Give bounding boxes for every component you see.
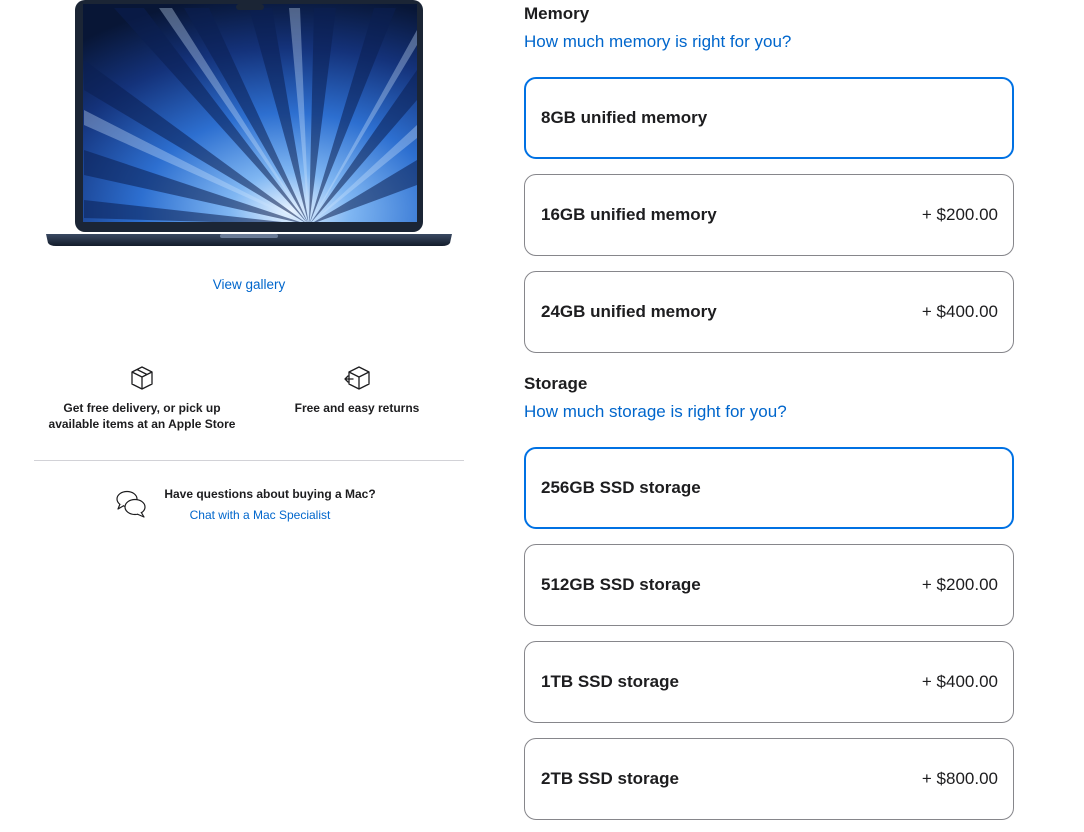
delivery-info: Get free delivery, or pick up available … (38, 364, 246, 432)
option-label: 2TB SSD storage (541, 769, 679, 788)
storage-option-2tb[interactable]: 2TB SSD storage + $800.00 (524, 738, 1014, 820)
storage-option-1tb[interactable]: 1TB SSD storage + $400.00 (524, 641, 1014, 723)
option-price: + $400.00 (921, 302, 998, 321)
option-price: + $200.00 (921, 575, 998, 594)
storage-title: Storage (524, 374, 588, 393)
option-price: + $400.00 (921, 672, 998, 691)
memory-help-link[interactable]: How much memory is right for you? (524, 32, 791, 52)
returns-info: Free and easy returns (278, 364, 436, 416)
storage-option-256gb[interactable]: 256GB SSD storage (524, 447, 1014, 529)
memory-option-16gb[interactable]: 16GB unified memory + $200.00 (524, 174, 1014, 256)
product-image (44, 0, 454, 248)
storage-help-link[interactable]: How much storage is right for you? (524, 402, 787, 422)
chat-bubbles-icon (116, 490, 146, 518)
divider (34, 460, 464, 461)
option-price: + $800.00 (921, 769, 998, 788)
box-icon (131, 366, 153, 390)
chat-question: Have questions about buying a Mac? (164, 487, 376, 501)
view-gallery-link[interactable]: View gallery (0, 277, 498, 292)
memory-option-24gb[interactable]: 24GB unified memory + $400.00 (524, 271, 1014, 353)
chat-specialist-link[interactable]: Chat with a Mac Specialist (155, 508, 365, 522)
option-price: + $200.00 (921, 205, 998, 224)
option-label: 1TB SSD storage (541, 672, 679, 691)
memory-option-8gb[interactable]: 8GB unified memory (524, 77, 1014, 159)
memory-title: Memory (524, 4, 590, 23)
option-label: 16GB unified memory (541, 205, 717, 224)
return-box-icon (344, 366, 370, 390)
option-label: 8GB unified memory (541, 108, 708, 127)
option-label: 24GB unified memory (541, 302, 717, 321)
chat-section: Have questions about buying a Mac? Chat … (114, 486, 384, 522)
returns-text: Free and easy returns (294, 401, 420, 415)
storage-option-512gb[interactable]: 512GB SSD storage + $200.00 (524, 544, 1014, 626)
option-label: 512GB SSD storage (541, 575, 701, 594)
option-label: 256GB SSD storage (541, 478, 701, 497)
delivery-text: Get free delivery, or pick up available … (48, 401, 236, 431)
